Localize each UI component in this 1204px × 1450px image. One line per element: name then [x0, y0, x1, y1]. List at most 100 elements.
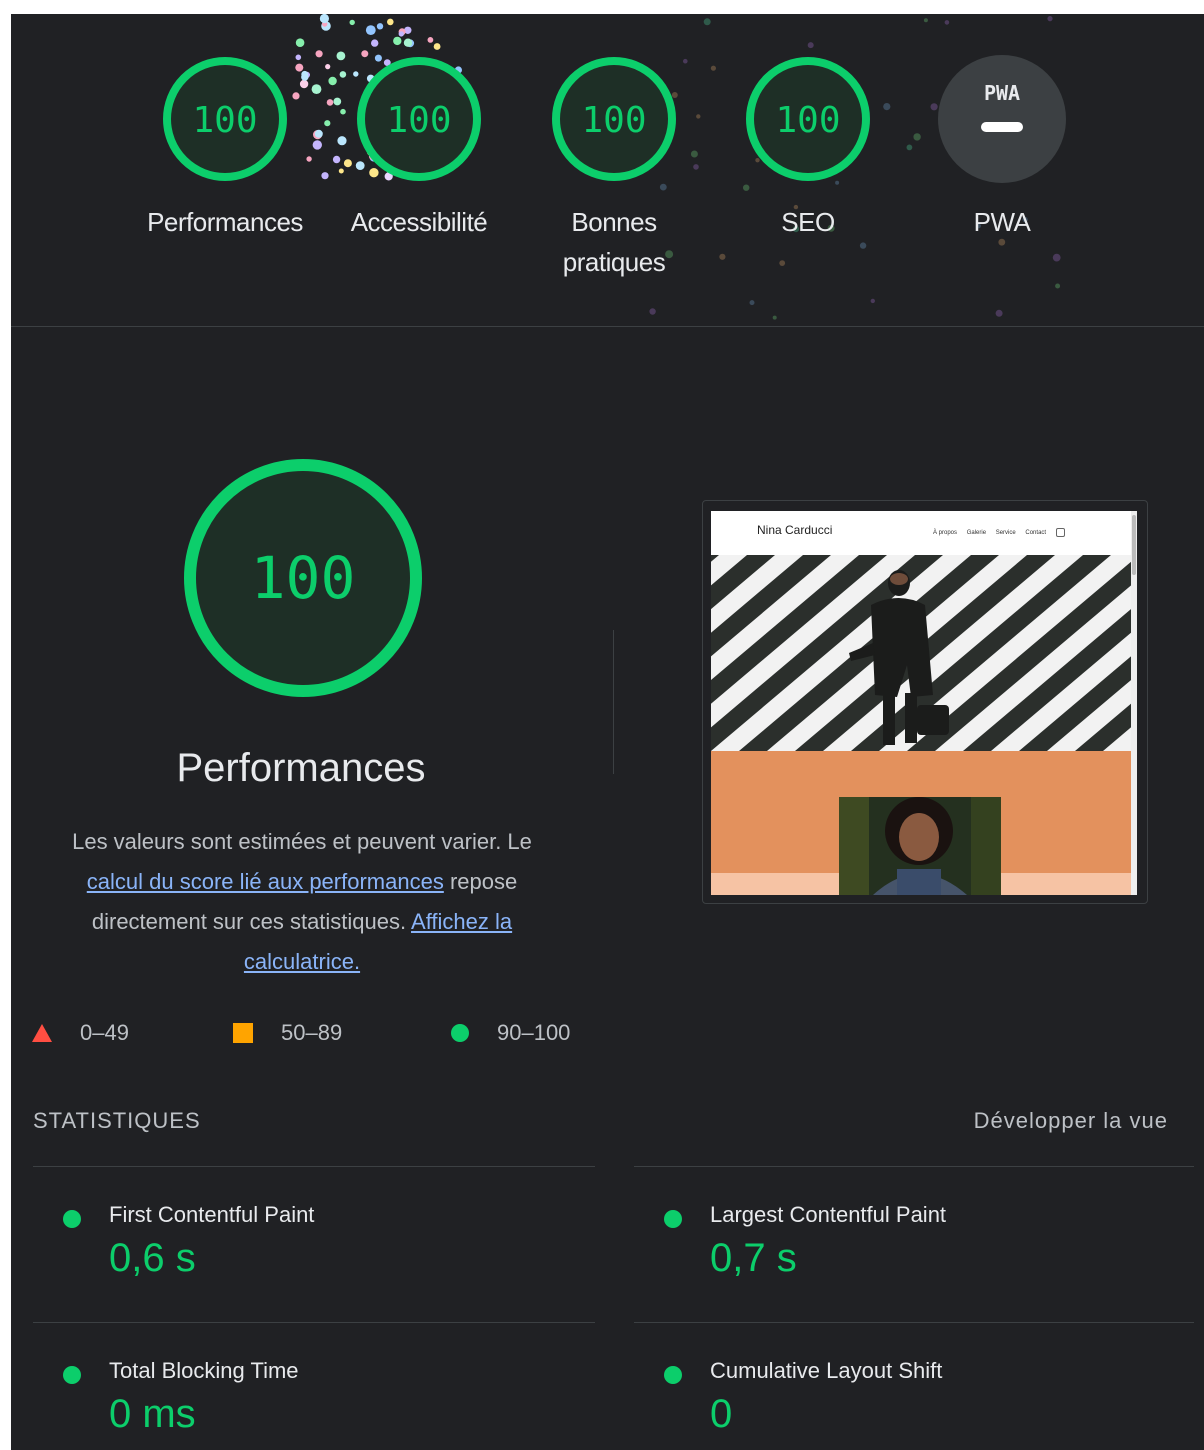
- confetti-dot: [315, 50, 323, 58]
- metrics-header: STATISTIQUES: [33, 1108, 201, 1133]
- metric-divider: [33, 1166, 595, 1167]
- pass-circle-icon: [63, 1210, 81, 1228]
- mini-nav-item: Contact: [1025, 530, 1047, 537]
- expand-view-toggle[interactable]: Développer la vue: [974, 1108, 1168, 1134]
- gauge-label: Performances: [147, 207, 303, 237]
- legend-range: 50–89: [281, 1020, 343, 1045]
- gauge-score: 100: [775, 100, 840, 141]
- mini-header: Nina Carducci À propos Galerie Service C…: [711, 511, 1137, 555]
- metric-total-blocking-time: Total Blocking Time 0 ms: [33, 1336, 573, 1450]
- mini-nav-item: Galerie: [966, 530, 987, 537]
- confetti-dot: [295, 38, 305, 47]
- metric-value: 0,6 s: [109, 1236, 196, 1280]
- pwa-badge: PWA: [938, 55, 1066, 183]
- performance-title: Performances: [176, 746, 426, 790]
- metric-divider: [33, 1322, 595, 1323]
- metric-label: Total Blocking Time: [109, 1358, 299, 1383]
- gauge-seo[interactable]: 100 SEO: [718, 54, 898, 242]
- legend-range: 90–100: [497, 1020, 571, 1045]
- legend-range: 0–49: [80, 1020, 129, 1045]
- confetti-dot: [779, 260, 786, 266]
- pass-circle-icon: [664, 1366, 682, 1384]
- metric-value: 0,7 s: [710, 1236, 797, 1280]
- confetti-dot: [314, 129, 323, 138]
- score-ring: 100: [163, 57, 287, 181]
- performance-score: 100: [251, 544, 356, 612]
- mini-nav-item: Service: [995, 530, 1016, 537]
- legend-fail: 0–49: [32, 1020, 129, 1046]
- confetti-dot: [371, 39, 379, 47]
- legend-average: 50–89: [233, 1020, 342, 1046]
- confetti-dot: [1052, 253, 1061, 262]
- gauge-label: PWA: [973, 207, 1031, 237]
- final-screenshot[interactable]: Nina Carducci À propos Galerie Service C…: [702, 500, 1148, 904]
- score-calculation-link[interactable]: calcul du score lié aux performances: [87, 869, 444, 894]
- metric-value: 0 ms: [109, 1392, 196, 1436]
- mini-scrollbar: [1131, 511, 1137, 895]
- metric-first-contentful-paint: First Contentful Paint 0,6 s: [33, 1180, 573, 1300]
- pwa-badge-text: PWA: [984, 81, 1020, 105]
- pass-circle-icon: [63, 1366, 81, 1384]
- hero-image: [711, 555, 1137, 751]
- confetti-dot: [1055, 283, 1061, 289]
- gauge-best-practices[interactable]: 100 Bonnes pratiques: [524, 54, 704, 282]
- confetti-dot: [944, 20, 950, 25]
- screenshot-page: Nina Carducci À propos Galerie Service C…: [711, 511, 1137, 895]
- legend-pass: 90–100: [451, 1020, 570, 1046]
- confetti-dot: [772, 315, 777, 320]
- gauge-label: SEO: [781, 207, 835, 237]
- confetti-dot: [427, 37, 434, 43]
- lighthouse-report: 100 Performances 100 Accessibilité 100 B…: [11, 14, 1204, 1450]
- portrait-photo: [839, 797, 1001, 895]
- pwa-dash-icon: [981, 122, 1023, 132]
- triangle-icon: [32, 1024, 52, 1042]
- metric-divider: [634, 1166, 1194, 1167]
- confetti-dot: [807, 42, 814, 49]
- performance-description: Les valeurs sont estimées et peuvent var…: [41, 822, 563, 982]
- metric-value: 0: [710, 1392, 733, 1436]
- score-legend: 0–49 50–89 90–100: [11, 1020, 611, 1050]
- gauge-score: 100: [192, 100, 257, 141]
- confetti-dot: [376, 23, 384, 30]
- confetti-dot: [365, 25, 376, 35]
- gauge-label-line: pratiques: [562, 247, 666, 277]
- confetti-dot: [749, 300, 755, 306]
- gauge-label: Accessibilité: [350, 207, 488, 237]
- confetti-dot: [923, 18, 928, 23]
- confetti-dot: [321, 172, 329, 180]
- confetti-dot: [859, 242, 867, 249]
- category-gauges: 100 Performances 100 Accessibilité 100 B…: [11, 14, 1204, 326]
- mini-nav: À propos Galerie Service Contact: [933, 528, 1073, 537]
- pass-circle-icon: [664, 1210, 682, 1228]
- score-ring: 100: [552, 57, 676, 181]
- confetti-dot: [719, 253, 726, 260]
- performance-big-gauge: 100: [184, 459, 422, 697]
- gauge-accessibility[interactable]: 100 Accessibilité: [329, 54, 509, 242]
- score-ring: 100: [746, 57, 870, 181]
- mini-brand: Nina Carducci: [757, 523, 833, 537]
- confetti-dot: [870, 298, 875, 304]
- confetti-dot: [710, 65, 717, 71]
- metric-cumulative-layout-shift: Cumulative Layout Shift 0: [634, 1336, 1174, 1450]
- confetti-dot: [995, 309, 1003, 317]
- confetti-dot: [393, 36, 402, 46]
- metric-label: Cumulative Layout Shift: [710, 1358, 943, 1383]
- confetti-dot: [433, 43, 441, 50]
- circle-icon: [451, 1024, 469, 1042]
- confetti-dot: [1047, 16, 1053, 22]
- gauge-score: 100: [386, 100, 451, 141]
- metric-largest-contentful-paint: Largest Contentful Paint 0,7 s: [634, 1180, 1174, 1300]
- desc-text: Les valeurs sont estimées et peuvent var…: [72, 829, 532, 854]
- gauge-performance[interactable]: 100 Performances: [135, 54, 315, 242]
- confetti-dot: [398, 31, 404, 37]
- gauge-label: Bonnes pratiques: [524, 202, 704, 282]
- section-divider: [11, 326, 1204, 327]
- confetti-dot: [319, 14, 329, 24]
- gauge-score: 100: [581, 100, 646, 141]
- mini-nav-item: À propos: [933, 530, 958, 537]
- score-ring: 100: [357, 57, 481, 181]
- vertical-divider: [613, 630, 614, 774]
- gauge-pwa[interactable]: PWA PWA: [912, 54, 1092, 242]
- metric-divider: [634, 1322, 1194, 1323]
- gauge-label-line: Bonnes: [571, 207, 657, 237]
